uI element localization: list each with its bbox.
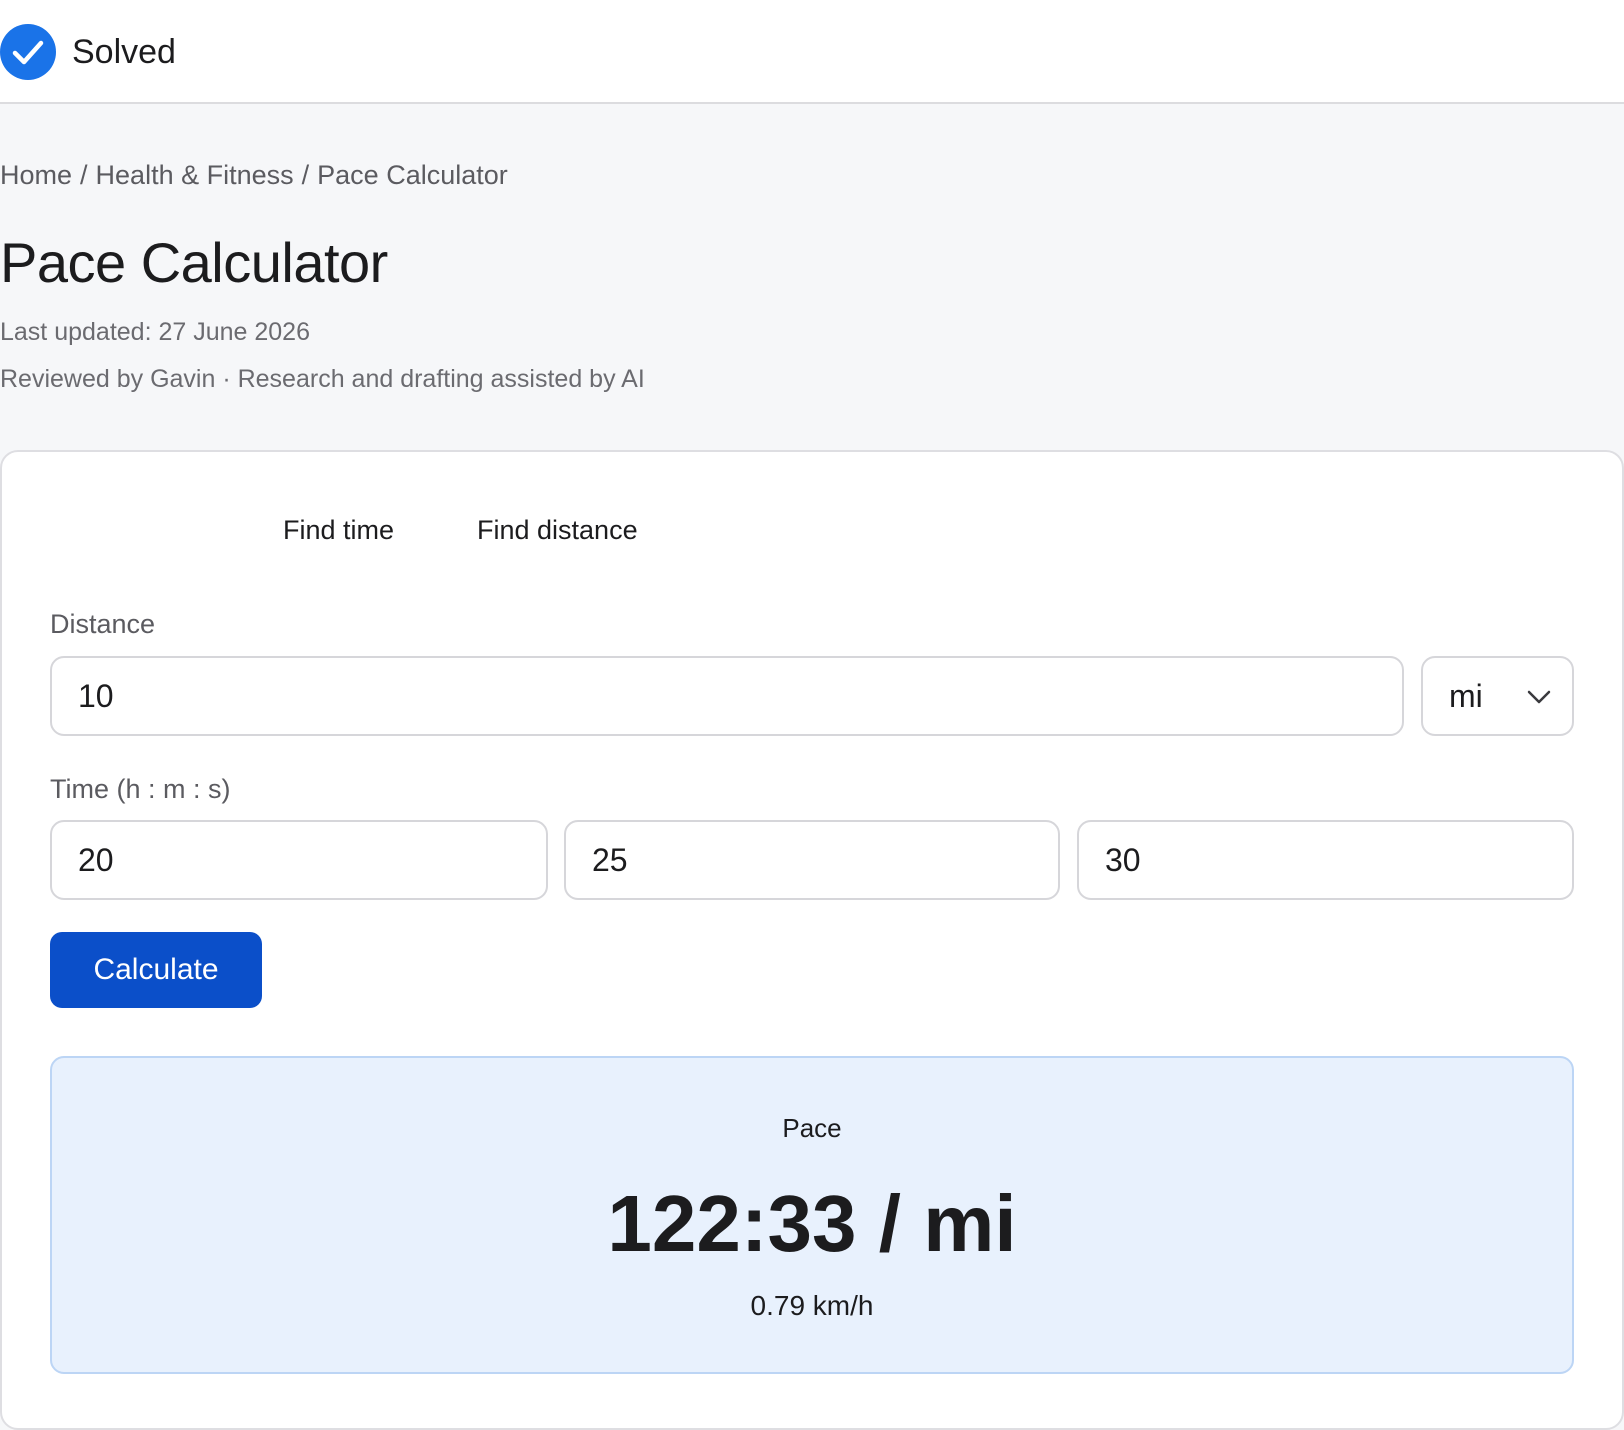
pace-value: 122:33 / mi [607, 1179, 1017, 1268]
tab-find-distance[interactable]: Find distance [477, 510, 638, 550]
result-label: Pace [782, 1113, 842, 1143]
minutes-input[interactable]: 25 [564, 820, 1060, 900]
speed-value: 0.79 km/h [750, 1290, 874, 1321]
page-title: Pace Calculator [0, 231, 388, 294]
unit-select-value: mi [1449, 678, 1483, 714]
hours-input[interactable]: 20 [50, 820, 548, 900]
result-panel: Pace 122:33 / mi 0.79 km/h [50, 1056, 1574, 1374]
reviewed-by: Reviewed by Gavin · Research and draftin… [0, 365, 645, 393]
breadcrumb: Home / Health & Fitness / Pace Calculator [0, 158, 508, 192]
chevron-down-icon [1527, 690, 1551, 704]
breadcrumb-item-current: Pace Calculator [317, 160, 508, 190]
calculate-button[interactable]: Calculate [50, 932, 262, 1008]
breadcrumb-separator: / [301, 160, 310, 190]
breadcrumb-separator: / [80, 160, 88, 190]
seconds-input[interactable]: 30 [1077, 820, 1574, 900]
tab-find-time[interactable]: Find time [283, 510, 394, 550]
time-label: Time (h : m : s) [50, 774, 231, 804]
breadcrumb-item-home[interactable]: Home [0, 160, 72, 190]
breadcrumb-item-health-fitness[interactable]: Health & Fitness [96, 160, 294, 190]
last-updated: Last updated: 27 June 2026 [0, 318, 310, 346]
distance-label: Distance [50, 609, 156, 639]
top-bar: Solved [0, 0, 1624, 104]
unit-select[interactable]: mi [1421, 656, 1574, 736]
check-circle-icon [0, 24, 56, 80]
status-label: Solved [72, 33, 176, 71]
distance-input[interactable]: 10 [50, 656, 1404, 736]
